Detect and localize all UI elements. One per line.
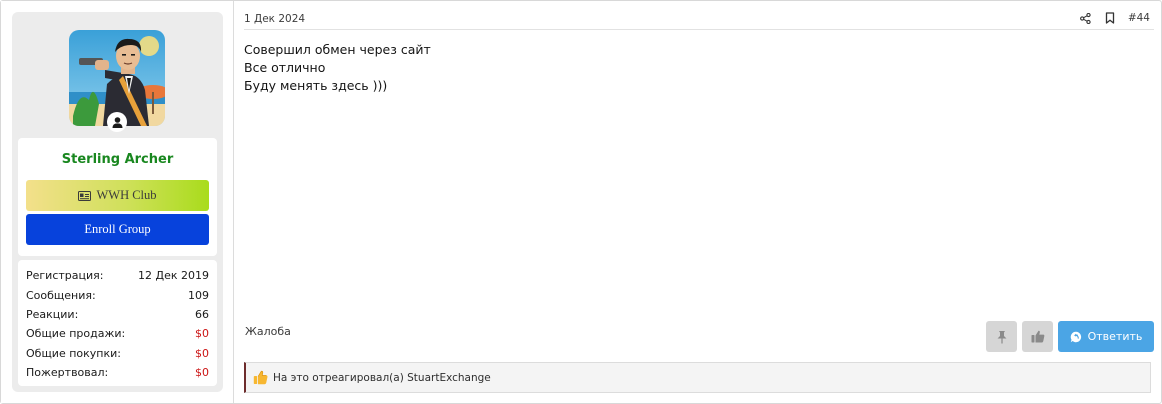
user-stats: Регистрация: 12 Дек 2019 Сообщения: 109 … xyxy=(18,260,217,386)
stat-label: Реакции: xyxy=(26,307,79,321)
thumbs-up-icon xyxy=(1031,330,1044,343)
message-line: Все отлично xyxy=(244,60,326,75)
reply-button[interactable]: Ответить xyxy=(1058,321,1154,352)
stat-label: Общие продажи: xyxy=(26,327,126,341)
post-actions: #44 xyxy=(1069,11,1150,25)
post-date[interactable]: 1 Дек 2024 xyxy=(244,13,305,25)
stat-label: Пожертвовал: xyxy=(26,366,109,380)
stat-value[interactable]: 109 xyxy=(188,289,209,302)
pin-button[interactable] xyxy=(986,321,1017,352)
like-button[interactable] xyxy=(1022,321,1053,352)
stat-total-sales: Общие продажи: $0 xyxy=(26,324,209,343)
stat-reactions: Реакции: 66 xyxy=(26,305,209,324)
reactions-summary[interactable]: На это отреагировал(а) StuartExchange xyxy=(273,372,491,384)
stat-value: 12 Дек 2019 xyxy=(138,269,209,283)
stat-label: Сообщения: xyxy=(26,288,96,302)
post-number-link[interactable]: #44 xyxy=(1128,12,1150,24)
stat-registration: Регистрация: 12 Дек 2019 xyxy=(26,266,209,285)
enroll-group-banner: Enroll Group xyxy=(26,214,209,245)
message-body: Совершил обмен через сайт Все отлично Бу… xyxy=(244,41,431,95)
report-link[interactable]: Жалоба xyxy=(245,325,291,338)
user-online-icon xyxy=(107,112,127,132)
stat-value: $0 xyxy=(195,346,209,360)
forum-post: Sterling Archer WWH Club Enroll Group Ре… xyxy=(0,0,1162,404)
reply-bubble-icon xyxy=(1070,331,1081,342)
stat-donated: Пожертвовал: $0 xyxy=(26,363,209,382)
pin-icon xyxy=(997,330,1006,343)
stat-label: Общие покупки: xyxy=(26,346,121,360)
message-line: Буду менять здесь ))) xyxy=(244,78,388,93)
reply-button-label: Ответить xyxy=(1087,330,1143,343)
message-line: Совершил обмен через сайт xyxy=(244,42,431,57)
share-icon[interactable] xyxy=(1079,11,1093,25)
wwh-club-label: WWH Club xyxy=(96,188,157,202)
enroll-group-label: Enroll Group xyxy=(84,222,151,236)
header-divider xyxy=(244,29,1154,30)
stat-value: 66 xyxy=(195,307,209,321)
user-card: Sterling Archer WWH Club Enroll Group xyxy=(18,138,217,256)
bookmark-icon[interactable] xyxy=(1103,11,1117,25)
username-link[interactable]: Sterling Archer xyxy=(18,152,217,167)
user-column: Sterling Archer WWH Club Enroll Group Ре… xyxy=(1,1,234,403)
wwh-club-banner: WWH Club xyxy=(26,180,209,211)
stat-label: Регистрация: xyxy=(26,269,104,283)
stat-value: $0 xyxy=(195,366,209,380)
thumbs-up-reaction-icon xyxy=(253,370,268,385)
reactions-bar[interactable]: На это отреагировал(а) StuartExchange xyxy=(244,362,1151,393)
stat-value: $0 xyxy=(195,327,209,341)
stat-total-purchases: Общие покупки: $0 xyxy=(26,344,209,363)
user-panel: Sterling Archer WWH Club Enroll Group Ре… xyxy=(12,12,223,392)
stat-messages[interactable]: Сообщения: 109 xyxy=(26,285,209,304)
id-card-icon xyxy=(78,190,92,201)
